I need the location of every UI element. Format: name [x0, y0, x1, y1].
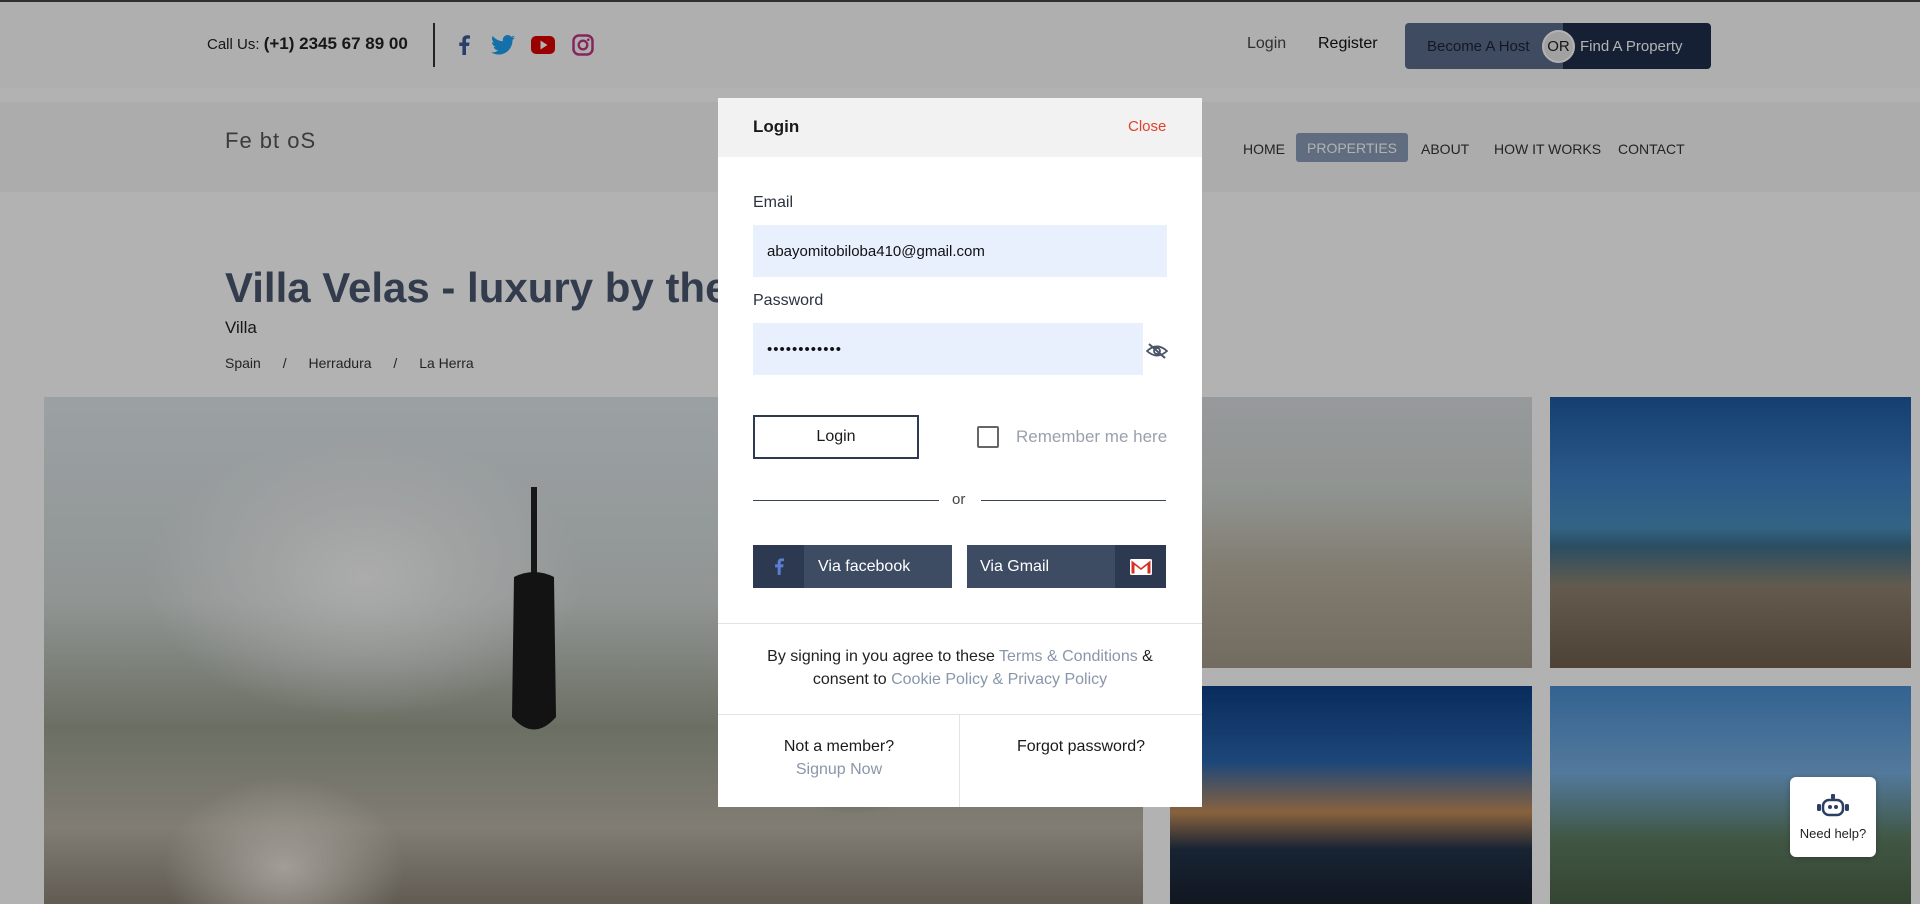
toggle-password-visibility-icon[interactable] [1145, 339, 1169, 363]
terms-notice: By signing in you agree to these Terms &… [718, 645, 1202, 691]
divider-right [981, 500, 1166, 501]
or-divider-text: or [952, 491, 966, 508]
email-label: Email [753, 194, 794, 211]
forgot-section: Forgot password? [960, 714, 1202, 807]
signup-link[interactable]: Signup Now [718, 761, 960, 779]
login-button[interactable]: Login [753, 415, 919, 459]
robot-icon [1817, 793, 1849, 816]
forgot-password-link[interactable]: Forgot password? [1017, 738, 1145, 755]
help-widget-label: Need help? [1799, 825, 1867, 841]
divider-left [753, 500, 939, 501]
email-field[interactable]: abayomitobiloba410@gmail.com [753, 225, 1167, 277]
terms-link[interactable]: Terms & Conditions [999, 648, 1138, 665]
agree-amp: & [1142, 648, 1153, 665]
gmail-icon [1115, 545, 1166, 588]
close-button[interactable]: Close [1128, 118, 1166, 135]
facebook-button-label: Via facebook [818, 557, 911, 575]
facebook-icon [753, 545, 804, 588]
modal-header: Login Close [718, 98, 1202, 157]
help-widget[interactable]: Need help? [1790, 777, 1876, 857]
login-modal: Login Close Email abayomitobiloba410@gma… [718, 98, 1202, 807]
password-field[interactable]: •••••••••••• [753, 323, 1143, 375]
not-member-text: Not a member? [783, 738, 895, 755]
login-via-gmail-button[interactable]: Via Gmail [967, 545, 1166, 588]
agree-prefix: By signing in you agree to these [767, 648, 995, 665]
gmail-button-label: Via Gmail [980, 557, 1050, 575]
consent-text: consent to [812, 671, 887, 688]
signup-section: Not a member? Signup Now [718, 714, 960, 807]
password-label: Password [753, 292, 824, 309]
login-via-facebook-button[interactable]: Via facebook [753, 545, 952, 588]
cookie-privacy-link[interactable]: Cookie Policy & Privacy Policy [891, 671, 1107, 688]
remember-me-checkbox[interactable] [977, 426, 999, 448]
remember-me-label[interactable]: Remember me here [1016, 427, 1167, 447]
section-divider [718, 623, 1202, 624]
modal-title: Login [753, 117, 800, 136]
